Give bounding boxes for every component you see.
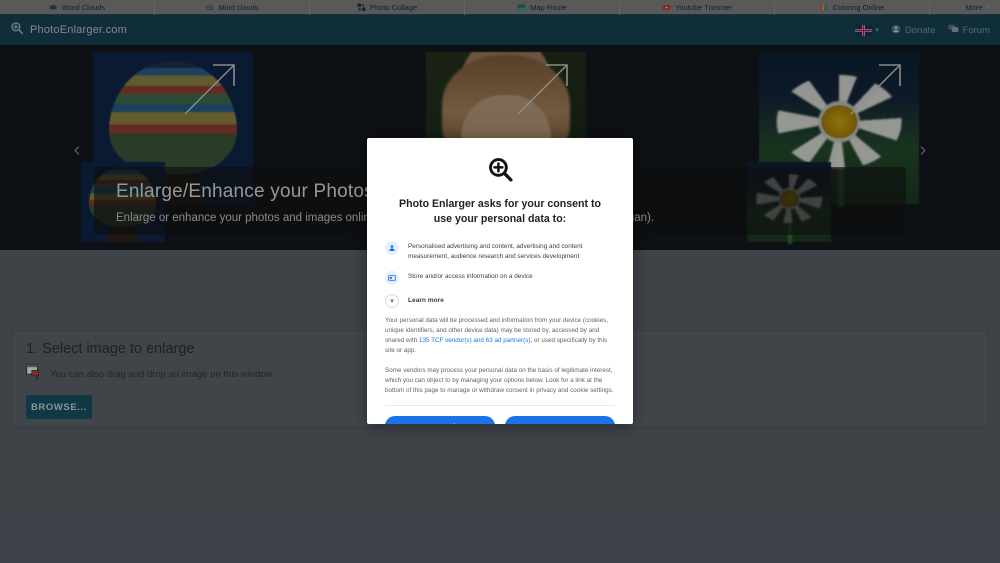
modal-logo bbox=[385, 156, 615, 188]
chevron-down-icon: ▾ bbox=[385, 294, 399, 308]
consent-purpose-item: Store and/or access information on a dev… bbox=[385, 271, 615, 285]
learn-more-label: Learn more bbox=[408, 297, 444, 304]
modal-divider bbox=[385, 405, 615, 406]
consent-purpose-text: Personalised advertising and content, ad… bbox=[408, 241, 615, 262]
vendors-link[interactable]: 135 TCF vendor(s) and 63 ad partner(s) bbox=[419, 337, 531, 344]
consent-purpose-item: Personalised advertising and content, ad… bbox=[385, 241, 615, 262]
magnifier-plus-icon bbox=[487, 156, 514, 188]
consent-modal-title: Photo Enlarger asks for your consent to … bbox=[385, 197, 615, 227]
consent-purpose-list: Personalised advertising and content, ad… bbox=[385, 241, 615, 285]
consent-paragraph-1: Your personal data will be processed and… bbox=[385, 316, 615, 357]
person-icon bbox=[385, 241, 399, 255]
consent-button[interactable]: Consent bbox=[505, 416, 615, 424]
manage-options-button[interactable]: Manage options bbox=[385, 416, 495, 424]
consent-modal: Photo Enlarger asks for your consent to … bbox=[367, 138, 633, 424]
consent-purpose-text: Store and/or access information on a dev… bbox=[408, 271, 533, 282]
device-storage-icon bbox=[385, 271, 399, 285]
page-root: Word Clouds Mind clouds Photo Collage Ma… bbox=[0, 0, 1000, 563]
consent-button-row: Manage options Consent bbox=[385, 416, 615, 424]
learn-more-toggle[interactable]: ▾ Learn more bbox=[385, 294, 615, 308]
consent-paragraph-2: Some vendors may process your personal d… bbox=[385, 366, 615, 397]
